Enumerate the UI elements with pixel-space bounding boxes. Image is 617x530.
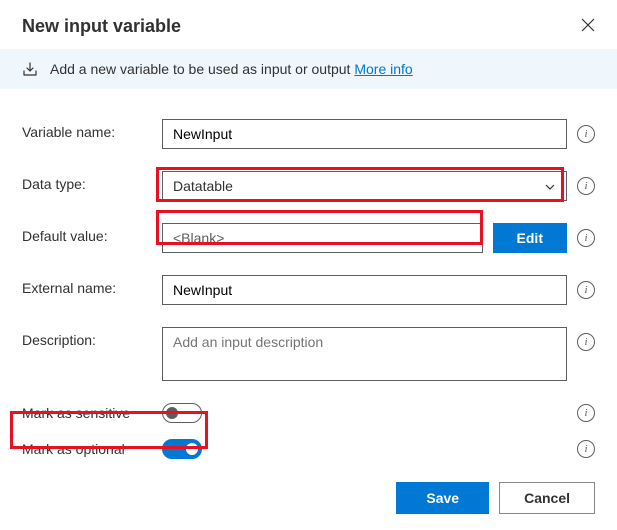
label-variable-name: Variable name: <box>22 119 162 140</box>
mark-sensitive-toggle[interactable] <box>162 403 202 423</box>
label-default-value: Default value: <box>22 223 162 244</box>
info-icon[interactable]: i <box>577 404 595 422</box>
info-icon[interactable]: i <box>577 440 595 458</box>
info-icon[interactable]: i <box>577 281 595 299</box>
label-mark-sensitive: Mark as sensitive <box>22 405 162 421</box>
close-button[interactable] <box>577 14 599 39</box>
cancel-button[interactable]: Cancel <box>499 482 595 514</box>
label-description: Description: <box>22 327 162 348</box>
default-value-display: <Blank> <box>162 223 483 253</box>
variable-name-input[interactable] <box>162 119 567 149</box>
dialog-title: New input variable <box>22 16 181 37</box>
label-mark-optional: Mark as optional <box>22 441 162 457</box>
info-icon[interactable]: i <box>577 125 595 143</box>
info-icon[interactable]: i <box>577 333 595 351</box>
close-icon <box>581 20 595 35</box>
data-type-value: Datatable <box>173 178 233 194</box>
mark-optional-toggle[interactable] <box>162 439 202 459</box>
toggle-knob <box>186 443 198 455</box>
banner-text: Add a new variable to be used as input o… <box>50 61 350 77</box>
label-external-name: External name: <box>22 275 162 296</box>
toggle-knob <box>166 407 178 419</box>
info-banner: Add a new variable to be used as input o… <box>0 49 617 89</box>
info-icon[interactable]: i <box>577 229 595 247</box>
more-info-link[interactable]: More info <box>354 61 412 77</box>
import-icon <box>22 61 38 77</box>
label-data-type: Data type: <box>22 171 162 192</box>
external-name-input[interactable] <box>162 275 567 305</box>
data-type-select[interactable]: Datatable <box>162 171 567 201</box>
chevron-down-icon <box>544 180 556 192</box>
save-button[interactable]: Save <box>396 482 489 514</box>
description-input[interactable] <box>162 327 567 381</box>
edit-button[interactable]: Edit <box>493 223 567 253</box>
info-icon[interactable]: i <box>577 177 595 195</box>
